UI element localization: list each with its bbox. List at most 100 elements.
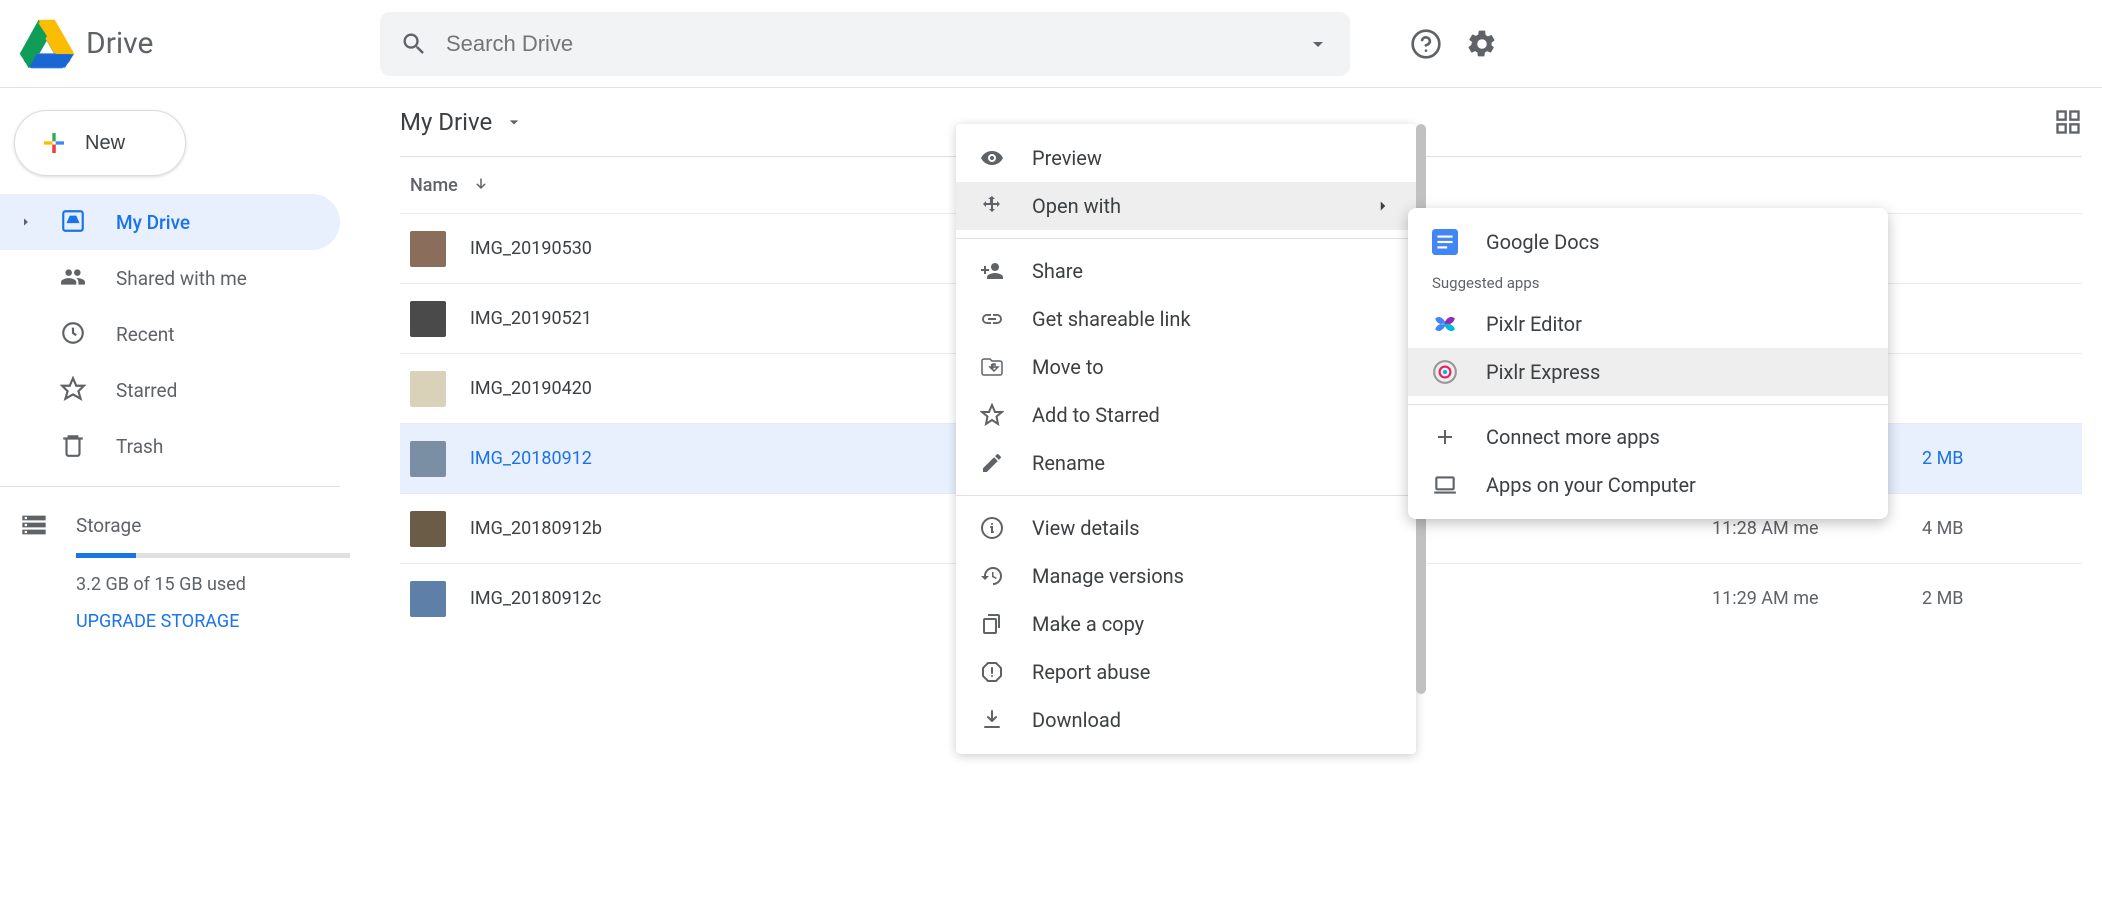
file-thumbnail <box>410 441 446 477</box>
file-size: 2 MB <box>1922 588 2072 609</box>
laptop-icon <box>1432 472 1458 498</box>
submenu-item-pixlr-editor[interactable]: Pixlr Editor <box>1408 300 1888 348</box>
submenu-item-connect-more-apps[interactable]: Connect more apps <box>1408 413 1888 461</box>
file-modified: 11:29 AM me <box>1712 588 1922 609</box>
nav-label: Starred <box>116 379 177 402</box>
nav-label: My Drive <box>116 211 190 234</box>
sidebar-divider <box>0 486 340 487</box>
sidebar-item-my-drive[interactable]: My Drive <box>0 194 340 250</box>
link-icon <box>980 307 1004 331</box>
context-menu: Preview Open with Share Get shareable link M… <box>956 124 1416 754</box>
breadcrumb[interactable]: My Drive <box>400 108 524 136</box>
search-bar[interactable] <box>380 12 1350 76</box>
clock-icon <box>60 320 88 348</box>
submenu-separator <box>1408 404 1888 405</box>
report-icon <box>980 660 1004 684</box>
help-icon[interactable] <box>1410 28 1442 60</box>
file-modified: 11:28 AM me <box>1712 518 1922 539</box>
gear-icon[interactable] <box>1466 28 1498 60</box>
storage-text: 3.2 GB of 15 GB used <box>76 574 360 595</box>
file-size: 2 MB <box>1922 448 2072 469</box>
caret-down-icon <box>504 112 524 132</box>
sidebar-item-recent[interactable]: Recent <box>0 306 340 362</box>
submenu-item-apps-on-your-computer[interactable]: Apps on your Computer <box>1408 461 1888 509</box>
submenu-item-google-docs[interactable]: Google Docs <box>1408 218 1888 266</box>
star-icon <box>60 376 88 404</box>
storage-block: Storage 3.2 GB of 15 GB used UPGRADE STO… <box>0 499 380 644</box>
people-icon <box>60 264 88 292</box>
context-menu-label: View details <box>1032 516 1140 540</box>
folder-move-icon <box>980 355 1004 379</box>
context-menu-label: Get shareable link <box>1032 307 1191 331</box>
star-outline-icon <box>980 403 1004 427</box>
context-menu-view-details[interactable]: View details <box>956 504 1416 552</box>
context-menu-manage-versions[interactable]: Manage versions <box>956 552 1416 600</box>
chevron-right-icon <box>20 216 32 228</box>
grid-view-icon[interactable] <box>2054 108 2082 136</box>
sidebar-item-shared-with-me[interactable]: Shared with me <box>0 250 340 306</box>
context-menu-download[interactable]: Download <box>956 696 1416 744</box>
nav-label: Recent <box>116 323 175 346</box>
new-button-label: New <box>85 132 125 155</box>
context-menu-rename[interactable]: Rename <box>956 439 1416 487</box>
pencil-icon <box>980 451 1004 475</box>
context-menu-label: Manage versions <box>1032 564 1184 588</box>
submenu-item-pixlr-express[interactable]: Pixlr Express <box>1408 348 1888 396</box>
header: Drive <box>0 0 2102 88</box>
open-with-submenu: Google Docs Suggested apps Pixlr Editor P… <box>1408 208 1888 519</box>
nav-label: Shared with me <box>116 267 247 290</box>
context-menu-make-a-copy[interactable]: Make a copy <box>956 600 1416 648</box>
download-icon <box>980 708 1004 732</box>
logo-area[interactable]: Drive <box>20 17 380 71</box>
history-icon <box>980 564 1004 588</box>
docs-icon <box>1432 229 1458 255</box>
header-actions <box>1410 28 1498 60</box>
search-input[interactable] <box>446 31 1288 57</box>
sidebar: New My Drive Shared with me Recent Starred T… <box>0 88 380 914</box>
plus-icon <box>1432 424 1458 450</box>
file-thumbnail <box>410 581 446 617</box>
context-menu-label: Move to <box>1032 355 1104 379</box>
drive-logo-icon <box>20 20 74 68</box>
new-button[interactable]: New <box>14 110 186 176</box>
search-dropdown-icon[interactable] <box>1306 32 1330 56</box>
suggested-apps-label: Suggested apps <box>1408 266 1888 300</box>
submenu-item-label: Apps on your Computer <box>1486 473 1696 497</box>
context-menu-report-abuse[interactable]: Report abuse <box>956 648 1416 696</box>
trash-icon <box>60 432 88 460</box>
context-menu-move-to[interactable]: Move to <box>956 343 1416 391</box>
drive-icon <box>60 208 88 236</box>
breadcrumb-label: My Drive <box>400 108 492 136</box>
search-icon <box>400 30 428 58</box>
upgrade-storage-link[interactable]: UPGRADE STORAGE <box>76 611 360 632</box>
context-menu-get-shareable-link[interactable]: Get shareable link <box>956 295 1416 343</box>
storage-fill <box>76 553 136 558</box>
context-menu-preview[interactable]: Preview <box>956 134 1416 182</box>
pixlr-circle-icon <box>1432 359 1458 385</box>
eye-icon <box>980 146 1004 170</box>
nav-label: Trash <box>116 435 163 458</box>
context-menu-separator <box>956 495 1416 496</box>
storage-row[interactable]: Storage <box>20 511 360 539</box>
arrow-down-icon <box>472 176 490 194</box>
storage-icon <box>20 511 48 539</box>
file-thumbnail <box>410 511 446 547</box>
sidebar-item-starred[interactable]: Starred <box>0 362 340 418</box>
context-menu-add-to-starred[interactable]: Add to Starred <box>956 391 1416 439</box>
submenu-item-label: Pixlr Editor <box>1486 312 1582 336</box>
file-thumbnail <box>410 301 446 337</box>
context-menu-label: Report abuse <box>1032 660 1150 684</box>
context-menu-share[interactable]: Share <box>956 247 1416 295</box>
context-menu-label: Preview <box>1032 146 1102 170</box>
context-menu-open-with[interactable]: Open with <box>956 182 1416 230</box>
context-menu-label: Share <box>1032 259 1083 283</box>
person-add-icon <box>980 259 1004 283</box>
sidebar-item-trash[interactable]: Trash <box>0 418 340 474</box>
file-thumbnail <box>410 371 446 407</box>
info-icon <box>980 516 1004 540</box>
copy-icon <box>980 612 1004 636</box>
submenu-item-label: Pixlr Express <box>1486 360 1600 384</box>
context-menu-label: Add to Starred <box>1032 403 1160 427</box>
submenu-item-label: Google Docs <box>1486 230 1599 254</box>
submenu-item-label: Connect more apps <box>1486 425 1660 449</box>
